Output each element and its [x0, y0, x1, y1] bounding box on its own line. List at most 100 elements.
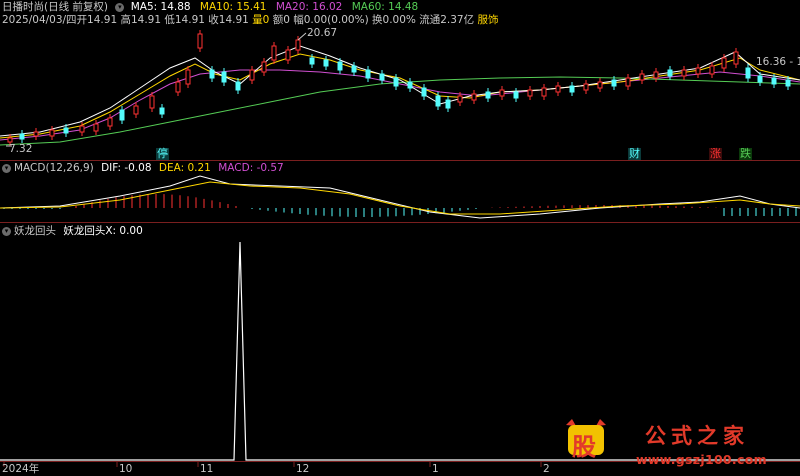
- candle-body-4: [63, 127, 69, 134]
- candle-body-44: [597, 81, 603, 89]
- quote-concept[interactable]: 服饰: [477, 14, 498, 26]
- macd-header: ▾ MACD(12,26,9) DIF: -0.08 DEA: 0.21 MACD…: [2, 162, 284, 175]
- candle-body-22: [295, 39, 301, 51]
- price-panel-separator: [0, 160, 800, 161]
- macd-dif-line: [0, 175, 800, 219]
- candle-body-5: [79, 125, 85, 133]
- ma5-line: [0, 45, 800, 137]
- candle-body-32: [435, 95, 441, 107]
- event-finance-marker[interactable]: 财: [628, 148, 641, 160]
- axis-label-2024: 2024年: [2, 463, 40, 475]
- candle-body-48: [653, 71, 659, 79]
- candle-body-46: [625, 77, 631, 87]
- quote-close: 收14.91: [208, 14, 249, 26]
- ma10-label: MA10: 15.41: [199, 1, 267, 13]
- candle-body-42: [569, 85, 575, 93]
- candle-body-8: [119, 109, 125, 121]
- candle-body-38: [513, 91, 519, 99]
- indicator-value-label: 妖龙回头X: 0.00: [63, 225, 143, 237]
- candle-body-30: [407, 81, 413, 89]
- event-suspend-marker[interactable]: 停: [156, 148, 169, 160]
- watermark-url: www.gszj100.com: [636, 452, 767, 467]
- macd-title[interactable]: MACD(12,26,9): [14, 162, 94, 174]
- axis-label-nov: 11: [200, 463, 214, 475]
- candle-body-20: [271, 45, 277, 61]
- candle-body-25: [337, 61, 343, 71]
- candle-body-23: [309, 57, 315, 65]
- watermark-title: 公式之家: [645, 423, 749, 448]
- high-marker-leader: [297, 32, 307, 41]
- candle-body-26: [351, 65, 357, 73]
- candle-body-19: [261, 61, 267, 73]
- candle-body-14: [197, 33, 203, 49]
- quote-change: 幅0.00(0.00%): [293, 14, 369, 26]
- candle-body-40: [541, 87, 547, 97]
- stock-period-label[interactable]: 日播时尚(日线 前复权): [2, 1, 108, 13]
- candle-body-1: [19, 133, 25, 140]
- header-bar: 日播时尚(日线 前复权) ▾ MA5: 14.88 MA10: 15.41 MA…: [2, 1, 418, 14]
- candle-body-56: [757, 75, 763, 83]
- macd-dif-label: DIF: -0.08: [101, 162, 152, 174]
- candle-body-47: [639, 73, 645, 81]
- axis-label-oct: 10: [119, 463, 133, 475]
- quote-amount: 额0: [272, 14, 290, 26]
- candle-body-27: [365, 69, 371, 79]
- candle-body-41: [555, 85, 561, 93]
- candle-body-35: [471, 93, 477, 101]
- macd-dea-label: DEA: 0.21: [158, 162, 211, 174]
- indicator-title[interactable]: 妖龙回头: [14, 225, 56, 237]
- candle-body-37: [499, 89, 505, 97]
- indicator-collapse-icon[interactable]: ▾: [2, 226, 11, 236]
- candle-body-33: [445, 99, 451, 109]
- ma20-label: MA20: 16.02: [275, 1, 343, 13]
- quote-float: 流通2.37亿: [419, 14, 475, 26]
- candle-body-3: [49, 129, 55, 137]
- axis-label-jan: 1: [432, 463, 439, 475]
- quote-bar: 2025/04/03/四开14.91 高14.91 低14.91 收14.91 …: [2, 14, 498, 27]
- macd-value-label: MACD: -0.57: [218, 162, 284, 174]
- ma10-line: [0, 53, 800, 139]
- ma5-label: MA5: 14.88: [130, 1, 191, 13]
- axis-label-feb: 2: [543, 463, 550, 475]
- quote-volume: 量0: [252, 14, 270, 26]
- candle-body-12: [175, 81, 181, 93]
- quote-open: 开14.91: [76, 14, 118, 26]
- candle-body-7: [107, 117, 113, 127]
- macd-dea-line: [0, 181, 800, 215]
- candle-body-31: [421, 87, 427, 97]
- event-limit-down-marker[interactable]: 跌: [739, 148, 752, 160]
- quote-date: 2025/04/03/四: [2, 14, 77, 26]
- candle-body-15: [209, 69, 215, 79]
- event-limit-up-marker[interactable]: 涨: [709, 148, 722, 160]
- quote-turnover: 换0.00%: [372, 14, 416, 26]
- candle-body-18: [249, 69, 255, 81]
- watermark-logo-text: 股: [572, 432, 596, 461]
- candle-body-6: [93, 123, 99, 132]
- candle-body-58: [785, 79, 791, 87]
- high-price-marker: 20.67: [307, 27, 338, 39]
- right-price-marker: 16.36 - 16.2: [756, 56, 800, 68]
- candle-body-2: [33, 131, 39, 137]
- macd-collapse-icon[interactable]: ▾: [2, 163, 11, 173]
- axis-label-dec: 12: [296, 463, 310, 475]
- candle-body-24: [323, 59, 329, 67]
- candle-body-0: [7, 137, 13, 143]
- candle-body-39: [527, 89, 533, 97]
- indicator-header: ▾ 妖龙回头 妖龙回头X: 0.00: [2, 225, 143, 238]
- quote-low: 低14.91: [164, 14, 205, 26]
- collapse-toggle-icon[interactable]: ▾: [115, 2, 125, 12]
- candle-body-57: [771, 77, 777, 85]
- candle-body-54: [733, 51, 739, 65]
- candle-body-11: [159, 107, 165, 115]
- ma60-label: MA60: 14.48: [351, 1, 419, 13]
- candle-body-9: [133, 105, 139, 115]
- candle-body-10: [149, 95, 155, 109]
- candle-body-29: [393, 77, 399, 87]
- candle-body-13: [185, 69, 191, 85]
- candle-body-17: [235, 81, 241, 91]
- candle-body-34: [457, 95, 463, 103]
- watermark-logo: 股: [562, 417, 610, 461]
- candle-body-53: [721, 57, 727, 69]
- candle-body-36: [485, 91, 491, 99]
- candle-body-16: [221, 71, 227, 83]
